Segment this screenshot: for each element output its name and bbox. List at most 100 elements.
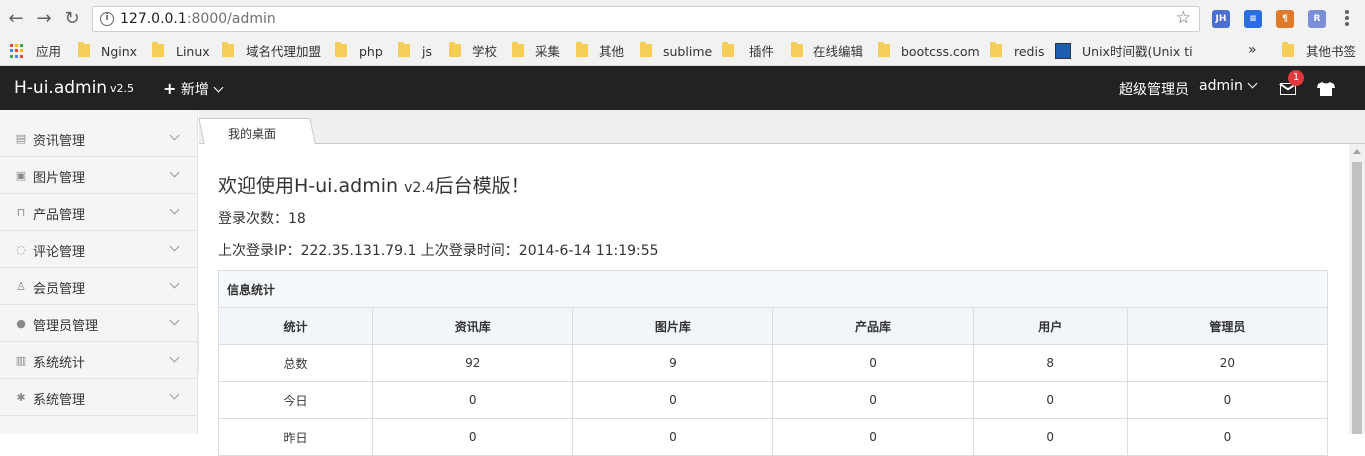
image-icon: ▣ [15,169,27,182]
table-header-cell: 产品库 [772,307,974,345]
bookmarks-overflow-icon[interactable]: » [1248,41,1257,59]
table-cell: 0 [372,381,574,419]
table-cell: 0 [372,418,574,456]
table-cell: 0 [972,381,1128,419]
scrollbar[interactable] [1349,144,1365,434]
url-text[interactable]: 127.0.0.1:8000/admin [120,11,276,27]
folder-icon [398,42,410,57]
table-header-cell: 统计 [217,307,374,345]
sidebar-item-label: 管理员管理 [33,319,99,334]
new-add-button[interactable]: + 新增 [163,79,224,99]
bookmark-item[interactable]: 插件 [749,43,774,61]
bookmark-item[interactable]: Linux [176,43,210,61]
folder-icon [640,42,652,57]
plus-icon: + [163,79,177,98]
forward-arrow-icon[interactable]: → [34,8,54,30]
folder-icon [990,42,1002,57]
chevron-down-icon [169,389,180,400]
bookmark-star-icon[interactable]: ☆ [1176,8,1191,28]
table-header-cell: 图片库 [572,307,774,345]
chevron-down-icon [169,167,180,178]
sidebar-item[interactable]: ▥ 系统统计 [0,342,198,379]
sidebar-item[interactable]: ✱ 系统管理 [0,379,198,416]
login-count: 登录次数：18 [218,211,306,227]
bookmark-other[interactable]: 其他书签 [1306,43,1356,61]
bookmark-item[interactable]: redis [1014,43,1044,61]
table-cell: 8 [972,344,1128,382]
jh-extension-icon[interactable]: JH [1212,10,1230,28]
message-count-badge: 1 [1288,70,1304,86]
welcome-heading: 欢迎使用H-ui.admin v2.4后台模版！ [218,171,530,198]
welcome-version: v2.4 [404,180,435,196]
apps-grid-icon[interactable] [10,44,24,58]
last-login-info: 上次登录IP：222.35.131.79.1 上次登录时间：2014-6-14 … [218,243,659,259]
welcome-suffix: 后台模版！ [434,175,530,197]
folder-icon [449,42,461,57]
chevron-down-icon [169,352,180,363]
table-cell: 0 [772,344,974,382]
folder-icon [152,42,164,57]
sidebar-item[interactable]: ♙ 会员管理 [0,268,198,305]
r-extension-icon[interactable]: R [1308,10,1326,28]
bookmark-item[interactable]: 在线编辑 [813,43,863,61]
app-logo[interactable]: H-ui.admin [14,78,107,98]
table-cell: 昨日 [217,418,374,456]
folder-icon [878,42,890,57]
user-menu[interactable]: admin [1199,78,1258,94]
folder-icon [1282,42,1294,57]
table-caption: 信息统计 [218,270,1328,308]
folder-icon [722,42,734,57]
table-cell: 总数 [217,344,374,382]
bookmark-item[interactable]: 其他 [599,43,624,61]
bookmark-item[interactable]: 域名代理加盟 [246,43,321,61]
chevron-down-icon [169,315,180,326]
table-cell: 今日 [217,381,374,419]
table-cell: 9 [572,344,774,382]
info-icon[interactable]: i [100,12,114,26]
table-row: 今日 0 0 0 0 0 [217,381,1329,419]
sidebar-item[interactable]: ▤ 资讯管理 [0,120,198,157]
new-add-label: 新增 [180,82,209,98]
table-header-cell: 资讯库 [372,307,574,345]
unix-timestamp-favicon-icon [1055,43,1071,59]
bookmark-item[interactable]: 学校 [472,43,497,61]
folder-icon [78,42,90,57]
table-cell: 0 [972,418,1128,456]
browser-menu-icon[interactable] [1344,9,1350,29]
back-arrow-icon[interactable]: ← [6,8,26,30]
table-row: 昨日 0 0 0 0 0 [217,418,1329,456]
save-extension-icon[interactable]: ≡ [1244,10,1262,28]
scrollbar-thumb[interactable] [1352,162,1362,434]
news-icon: ▤ [15,132,27,145]
pilcrow-extension-icon[interactable]: ¶ [1276,10,1294,28]
welcome-prefix: 欢迎使用H-ui.admin [218,175,405,197]
stats-icon: ▥ [15,354,27,367]
folder-icon [576,42,588,57]
bookmark-item[interactable]: Nginx [101,43,137,61]
sidebar-item[interactable]: ◌ 评论管理 [0,231,198,268]
bookmarks-bar: 应用 Nginx Linux 域名代理加盟 php js 学校 采集 其他 sublime 插件 在… [0,38,1365,66]
reload-icon[interactable]: ↻ [62,8,82,30]
stats-table: 信息统计 统计 资讯库 图片库 产品库 用户 管理员 总数 92 9 0 8 20 今日 0 0 0 0 0 昨日… [217,270,1329,456]
table-cell: 92 [372,344,574,382]
bookmark-item[interactable]: 采集 [535,43,560,61]
scroll-up-arrow-icon[interactable] [1353,149,1361,154]
bookmark-item[interactable]: bootcss.com [901,43,980,61]
bookmark-item[interactable]: sublime [663,43,712,61]
folder-icon [791,42,803,57]
sidebar-item[interactable]: ⊓ 产品管理 [0,194,198,231]
bookmark-item[interactable]: php [359,43,383,61]
bookmark-apps[interactable]: 应用 [36,43,61,61]
address-bar[interactable]: i 127.0.0.1:8000/admin ☆ [92,6,1200,32]
sidebar-item-label: 会员管理 [33,282,86,297]
sidebar-item[interactable]: ● 管理员管理 [0,305,198,342]
theme-shirt-icon[interactable] [1317,82,1335,96]
table-header-cell: 用户 [972,307,1128,345]
url-path: :8000/admin [186,11,276,27]
bookmark-item[interactable]: js [422,43,432,61]
folder-icon [512,42,524,57]
sidebar: ▤ 资讯管理 ▣ 图片管理 ⊓ 产品管理 ◌ 评论管理 ♙ 会员管理 ● 管理员管理 ▥ 系统统计 ✱ 系统管… [0,110,198,434]
bag-icon: ⊓ [16,206,26,219]
bookmark-item[interactable]: Unix时间戳(Unix tin [1082,43,1192,61]
sidebar-item[interactable]: ▣ 图片管理 [0,157,198,194]
